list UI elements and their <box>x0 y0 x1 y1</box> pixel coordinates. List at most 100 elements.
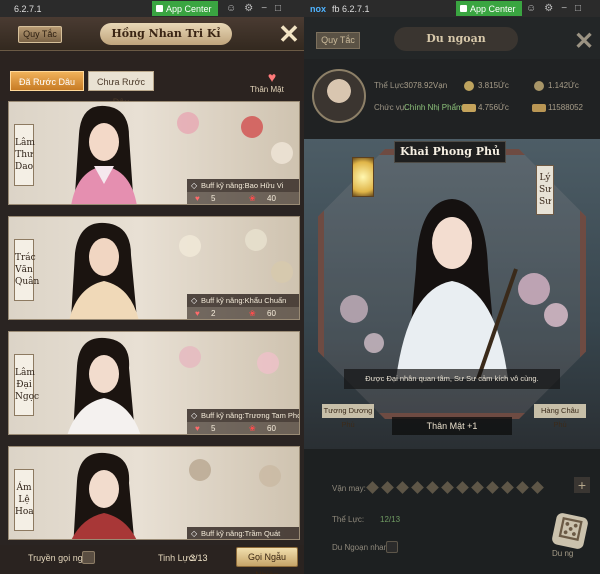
avatar <box>312 69 366 123</box>
flower-icon <box>179 235 201 257</box>
tinh-luc-value: 3/13 <box>190 553 208 563</box>
lantern-icon <box>352 157 374 197</box>
tab-chua-ruoc-dau[interactable]: Chưa Rước Dâu <box>88 71 154 107</box>
header: Quy Tắc Du ngoạn ✕ <box>304 17 600 59</box>
right-game-window: nox fb 6.2.7.1 App Center ☺ ⚙ − □ Quy Tắ… <box>304 0 600 574</box>
truyen-goi-ngay-checkbox[interactable] <box>82 551 95 564</box>
page-title: Du ngoạn <box>394 27 518 51</box>
heart-icon: ♥ <box>195 309 200 318</box>
chuc-vu-value: Chính Nhị Phẩm <box>404 103 463 112</box>
settings-icon[interactable]: ⚙ <box>244 3 253 14</box>
footer: Truyền gọi ngay Tinh Lực: 3/13 Gọi Ngẫu … <box>0 545 304 574</box>
nox-logo: nox <box>310 3 327 14</box>
consort-portrait <box>71 452 137 539</box>
stat-intimacy: 5 <box>211 424 216 433</box>
silver-icon <box>534 81 544 91</box>
rose-icon: ❀ <box>249 194 256 203</box>
buff-skill-label: Buff kỹ năng:Trầm Quát <box>187 527 299 539</box>
tab-da-ruoc-dau[interactable]: Đã Rước Dâu <box>10 71 84 91</box>
close-icon[interactable]: ✕ <box>574 27 594 56</box>
heart-icon: ♥ <box>267 69 277 85</box>
name-plate: Trác Văn Quân <box>14 239 39 301</box>
buff-skill-label: Buff kỹ năng:Trương Tam Phong <box>187 409 299 422</box>
flower-icon <box>259 465 281 487</box>
dialog-message: Được Đại nhân quan tâm, Sư Sư cảm kích v… <box>344 369 560 389</box>
luck-diamond <box>411 481 424 494</box>
left-game-window: 6.2.7.1 App Center ☺ ⚙ − □ Quy Tắc Hồng … <box>0 0 304 574</box>
maximize-icon[interactable]: □ <box>575 3 581 14</box>
stat-c: 1.142Ức <box>548 81 579 90</box>
intimacy-gain: Thân Mật +1 <box>392 417 512 435</box>
buff-skill-label: Buff kỹ năng:Khẩu Chuẩn <box>187 294 299 307</box>
consort-list: Lâm Thư Dao Buff kỹ năng:Bao Hữu Vi ♥ 5 … <box>8 101 302 551</box>
flower-icon <box>177 112 199 134</box>
consort-portrait <box>340 199 568 380</box>
location-left[interactable]: Tương Dương Phủ <box>322 404 374 429</box>
location-banner: Khai Phong Phủ <box>394 141 506 163</box>
minimize-icon[interactable]: − <box>561 3 567 14</box>
stat-d: 11588052 <box>548 103 583 112</box>
travel-controls: Vận may: + Thể Lực: 12/13 Du Ngoạn nhanh… <box>304 449 600 574</box>
add-luck-button[interactable]: + <box>574 477 590 493</box>
buff-skill-label: Buff kỹ năng:Bao Hữu Vi <box>187 179 299 192</box>
app-center-button[interactable]: App Center <box>456 1 522 16</box>
consort-card[interactable]: Lâm Thư Dao Buff kỹ năng:Bao Hữu Vi ♥ 5 … <box>8 101 300 205</box>
luck-diamond <box>516 481 529 494</box>
consort-card[interactable]: Lâm Đại Ngọc Buff kỹ năng:Trương Tam Pho… <box>8 331 300 435</box>
luck-diamond <box>471 481 484 494</box>
luck-meter <box>366 481 554 494</box>
rules-button[interactable]: Quy Tắc <box>18 26 62 43</box>
topbar-icons: ☺ ⚙ − □ <box>226 0 281 17</box>
du-ngoan-nhanh-checkbox[interactable] <box>386 541 398 553</box>
flower-icon <box>179 346 201 368</box>
emulator-topbar: nox fb 6.2.7.1 App Center ☺ ⚙ − □ <box>304 0 600 17</box>
random-call-button[interactable]: Gọi Ngẫu Nhiên <box>236 547 298 574</box>
luck-diamond <box>501 481 514 494</box>
du-ngoan-nhanh-label: Du Ngoạn nhanh <box>332 543 393 552</box>
minimize-icon[interactable]: − <box>261 3 267 14</box>
consort-portrait <box>71 105 137 204</box>
consort-card[interactable]: Trác Văn Quân Buff kỹ năng:Khẩu Chuẩn ♥ … <box>8 216 300 320</box>
rose-icon: ❀ <box>249 424 256 433</box>
card-stats: ♥ 5 ❀ 60 <box>187 422 299 434</box>
stat-a: 3.815Ức <box>478 81 509 90</box>
flower-icon <box>189 459 211 481</box>
name-plate: Lý Sư Sư <box>536 165 554 215</box>
travel-scene: Khai Phong Phủ Lý Sư Sư Được Đại nhân qu… <box>304 139 600 449</box>
dice-button[interactable] <box>551 512 589 550</box>
version-label: 6.2.7.1 <box>14 3 42 14</box>
maximize-icon[interactable]: □ <box>275 3 281 14</box>
flower-icon <box>271 142 293 164</box>
rules-button[interactable]: Quy Tắc <box>316 32 360 49</box>
dice-label: Du ng <box>552 549 574 558</box>
close-icon[interactable]: ✕ <box>276 20 302 50</box>
user-icon[interactable]: ☺ <box>226 3 236 14</box>
flower-icon <box>241 116 263 138</box>
luck-diamond <box>366 481 379 494</box>
settings-icon[interactable]: ⚙ <box>544 3 553 14</box>
app-center-button[interactable]: App Center <box>152 1 218 16</box>
stat-intimacy: 5 <box>211 194 216 203</box>
location-right[interactable]: Hàng Châu Phủ <box>534 404 586 429</box>
stat-intimacy: 2 <box>211 309 216 318</box>
heart-icon: ♥ <box>195 194 200 203</box>
heart-icon: ♥ <box>195 424 200 433</box>
luck-diamond <box>456 481 469 494</box>
consort-portrait <box>67 337 141 434</box>
the-luc-value: 12/13 <box>380 515 401 524</box>
emulator-topbar: 6.2.7.1 App Center ☺ ⚙ − □ <box>0 0 304 17</box>
card-stats: ♥ 2 ❀ 60 <box>187 307 299 319</box>
the-luc-value: 3078.92Vạn <box>404 81 448 90</box>
luck-diamond <box>531 481 544 494</box>
name-plate: Lâm Thư Dao <box>14 124 35 186</box>
stat-b: 4.756Ức <box>478 103 509 112</box>
stat-charm: 60 <box>267 424 276 433</box>
card-stats: ♥ 5 ❀ 40 <box>187 192 299 204</box>
user-icon[interactable]: ☺ <box>526 3 536 14</box>
luck-diamond <box>441 481 454 494</box>
page-title: Hồng Nhan Tri Kỉ <box>100 23 232 45</box>
topbar-icons: ☺ ⚙ − □ <box>526 0 581 17</box>
gold-bar-icon <box>532 104 546 112</box>
consort-card[interactable]: Ám Lệ Hoa Buff kỹ năng:Trầm Quát <box>8 446 300 540</box>
tabs-bar: Đã Rước Dâu Chưa Rước Dâu ♥ Thân Mật <box>0 51 304 107</box>
